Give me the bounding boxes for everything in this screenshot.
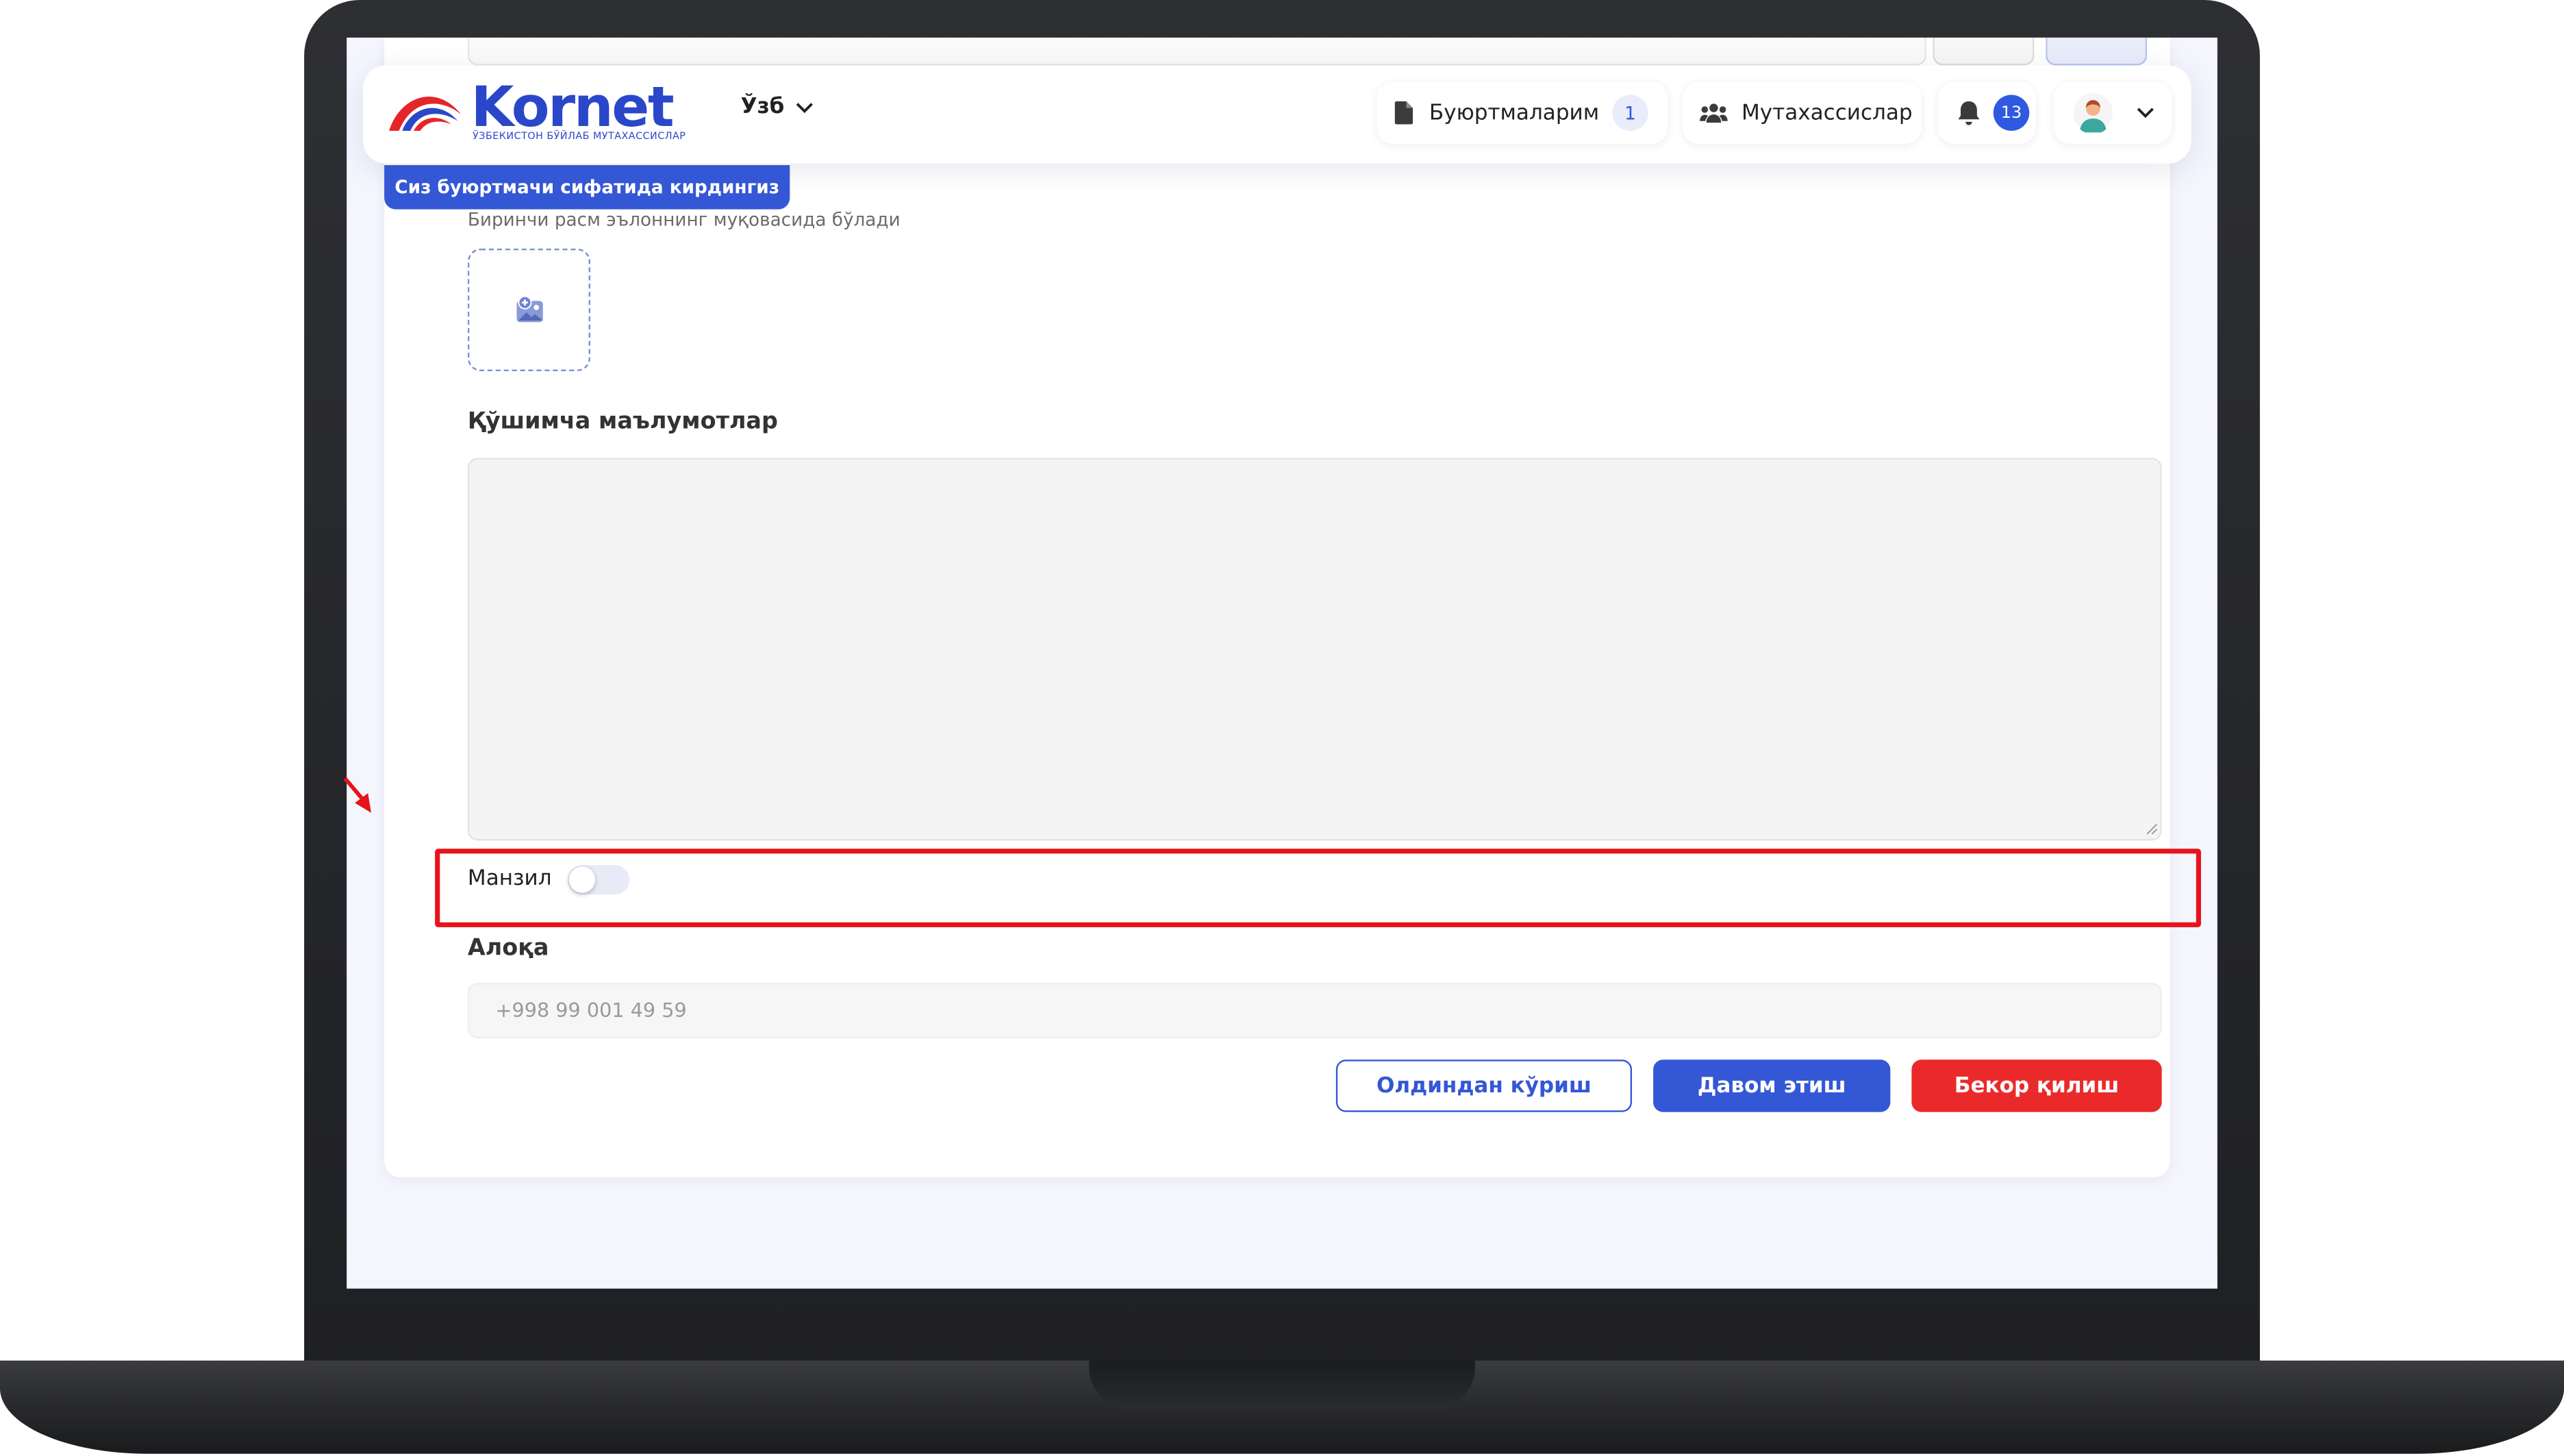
app-screen: Биринчи расм эълоннинг муқовасида бўлади…	[347, 37, 2217, 1289]
language-label: Ўзб	[740, 95, 785, 120]
notifications-count-badge: 13	[1993, 95, 2030, 131]
continue-button[interactable]: Давом этиш	[1653, 1059, 1891, 1112]
price-input-partial[interactable]	[467, 37, 1926, 66]
address-label: Манзил	[467, 866, 552, 892]
specialists-label: Мутахассислар	[1742, 100, 1913, 125]
add-image-icon	[516, 294, 542, 322]
currency-uzs-button[interactable]	[2046, 37, 2148, 66]
role-banner: Сиз буюртмачи сифатида кирдингиз	[384, 165, 790, 210]
my-orders-label: Буюртмаларим	[1429, 100, 1600, 125]
contact-label: Алоқа	[467, 935, 549, 962]
address-highlight-box	[435, 849, 2201, 927]
extra-info-label: Қўшимча маълумотлар	[467, 408, 778, 436]
chevron-down-icon	[795, 102, 813, 112]
device-frame: Биринчи расм эълоннинг муқовасида бўлади…	[0, 0, 2564, 1454]
orders-count-badge: 1	[1612, 95, 1648, 131]
extra-info-textarea[interactable]	[467, 457, 2162, 841]
currency-usd-button[interactable]	[1933, 37, 2035, 66]
user-menu[interactable]	[2054, 81, 2172, 145]
preview-button[interactable]: Олдиндан кўриш	[1335, 1059, 1633, 1112]
avatar	[2073, 93, 2113, 133]
users-icon	[1699, 101, 1729, 124]
logo-tagline: ЎЗБЕКИСТОН БЎЙЛАБ МУТАХАССИСЛАР	[473, 131, 686, 142]
document-icon	[1393, 100, 1416, 126]
nav-my-orders[interactable]: Буюртмаларим 1	[1377, 81, 1668, 145]
kornet-logo[interactable]: Kornet ЎЗБЕКИСТОН БЎЙЛАБ МУТАХАССИСЛАР	[386, 75, 707, 147]
bell-icon	[1954, 98, 1983, 127]
language-selector[interactable]: Ўзб	[741, 95, 814, 119]
image-upload-button[interactable]	[467, 248, 590, 372]
image-hint: Биринчи расм эълоннинг муқовасида бўлади	[467, 209, 901, 231]
nav-specialists[interactable]: Мутахассислар	[1683, 81, 1922, 145]
annotation-arrow-icon	[343, 777, 372, 813]
top-navbar: Kornet ЎЗБЕКИСТОН БЎЙЛАБ МУТАХАССИСЛАР Ў…	[363, 65, 2191, 164]
cancel-button[interactable]: Бекор қилиш	[1911, 1059, 2162, 1112]
chevron-down-icon	[2137, 108, 2154, 118]
resize-grip-icon[interactable]	[2146, 823, 2159, 836]
notifications-button[interactable]: 13	[1937, 81, 2036, 145]
logo-swoosh-icon	[389, 97, 462, 131]
toggle-knob	[568, 866, 596, 893]
address-toggle[interactable]	[567, 865, 630, 895]
phone-input[interactable]	[467, 983, 2162, 1039]
laptop-notch	[1089, 1360, 1475, 1410]
